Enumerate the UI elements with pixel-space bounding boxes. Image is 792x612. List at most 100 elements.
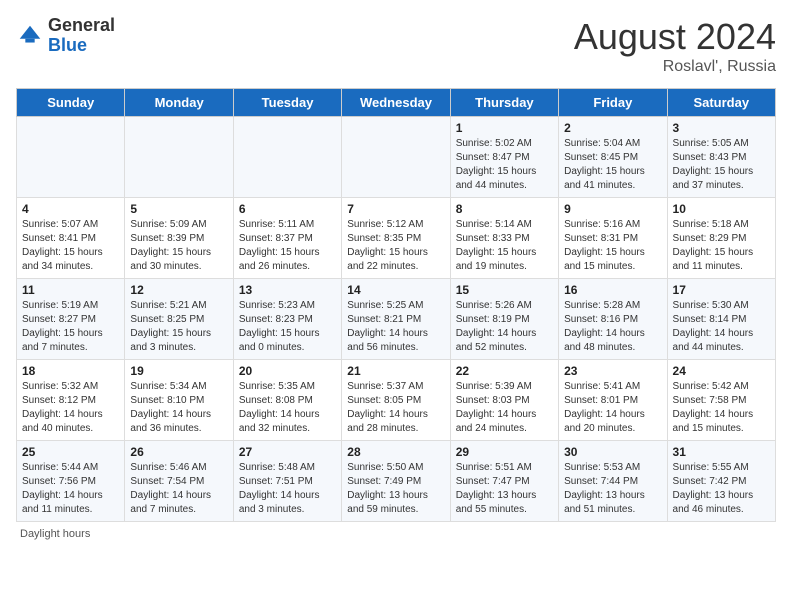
day-number: 5 <box>130 202 227 216</box>
days-header-row: SundayMondayTuesdayWednesdayThursdayFrid… <box>17 89 776 117</box>
calendar-cell: 24 Sunrise: 5:42 AM Sunset: 7:58 PM Dayli… <box>667 360 775 441</box>
calendar-cell: 7Sunrise: 5:12 AM Sunset: 8:35 PM Daylig… <box>342 198 450 279</box>
day-number: 24 <box>673 364 770 378</box>
day-info: Sunrise: 5:28 AM Sunset: 8:16 PM Dayligh… <box>564 299 661 355</box>
calendar-cell: 2 Sunrise: 5:04 AM Sunset: 8:45 PM Daylig… <box>559 117 667 198</box>
calendar-cell: 15 Sunrise: 5:26 AM Sunset: 8:19 PM Dayli… <box>450 279 558 360</box>
logo: General Blue <box>16 16 115 56</box>
day-number: 14 <box>347 283 444 297</box>
day-number: 3 <box>673 121 770 135</box>
day-info: Sunrise: 5:09 AM Sunset: 8:39 PM Dayligh… <box>130 218 227 274</box>
calendar-cell <box>17 117 125 198</box>
calendar-cell: 27 Sunrise: 5:48 AM Sunset: 7:51 PM Dayli… <box>233 441 341 522</box>
calendar-cell: 8 Sunrise: 5:14 AM Sunset: 8:33 PM Daylig… <box>450 198 558 279</box>
calendar-cell: 29Sunrise: 5:51 AM Sunset: 7:47 PM Dayli… <box>450 441 558 522</box>
day-info: Sunrise: 5:16 AM Sunset: 8:31 PM Dayligh… <box>564 218 661 274</box>
day-number: 2 <box>564 121 661 135</box>
day-info: Sunrise: 5:26 AM Sunset: 8:19 PM Dayligh… <box>456 299 553 355</box>
day-info: Sunrise: 5:21 AM Sunset: 8:25 PM Dayligh… <box>130 299 227 355</box>
title-block: August 2024 Roslavl', Russia <box>574 16 776 76</box>
calendar-cell: 17 Sunrise: 5:30 AM Sunset: 8:14 PM Dayli… <box>667 279 775 360</box>
day-info: Sunrise: 5:34 AM Sunset: 8:10 PM Dayligh… <box>130 380 227 436</box>
day-number: 19 <box>130 364 227 378</box>
calendar-week-row: 11Sunrise: 5:19 AM Sunset: 8:27 PM Dayli… <box>17 279 776 360</box>
calendar-cell: 9 Sunrise: 5:16 AM Sunset: 8:31 PM Daylig… <box>559 198 667 279</box>
day-info: Sunrise: 5:41 AM Sunset: 8:01 PM Dayligh… <box>564 380 661 436</box>
calendar-cell <box>233 117 341 198</box>
day-of-week-header: Wednesday <box>342 89 450 117</box>
calendar-cell: 12Sunrise: 5:21 AM Sunset: 8:25 PM Dayli… <box>125 279 233 360</box>
calendar-week-row: 25 Sunrise: 5:44 AM Sunset: 7:56 PM Dayli… <box>17 441 776 522</box>
day-info: Sunrise: 5:55 AM Sunset: 7:42 PM Dayligh… <box>673 461 770 517</box>
day-info: Sunrise: 5:35 AM Sunset: 8:08 PM Dayligh… <box>239 380 336 436</box>
day-info: Sunrise: 5:19 AM Sunset: 8:27 PM Dayligh… <box>22 299 119 355</box>
day-number: 27 <box>239 445 336 459</box>
day-of-week-header: Sunday <box>17 89 125 117</box>
day-number: 18 <box>22 364 119 378</box>
day-info: Sunrise: 5:25 AM Sunset: 8:21 PM Dayligh… <box>347 299 444 355</box>
day-info: Sunrise: 5:48 AM Sunset: 7:51 PM Dayligh… <box>239 461 336 517</box>
day-info: Sunrise: 5:23 AM Sunset: 8:23 PM Dayligh… <box>239 299 336 355</box>
day-info: Sunrise: 5:18 AM Sunset: 8:29 PM Dayligh… <box>673 218 770 274</box>
day-number: 17 <box>673 283 770 297</box>
day-number: 4 <box>22 202 119 216</box>
logo-text: General Blue <box>48 16 115 56</box>
day-number: 30 <box>564 445 661 459</box>
day-number: 8 <box>456 202 553 216</box>
day-number: 21 <box>347 364 444 378</box>
day-info: Sunrise: 5:07 AM Sunset: 8:41 PM Dayligh… <box>22 218 119 274</box>
day-number: 26 <box>130 445 227 459</box>
calendar-cell: 28Sunrise: 5:50 AM Sunset: 7:49 PM Dayli… <box>342 441 450 522</box>
day-info: Sunrise: 5:14 AM Sunset: 8:33 PM Dayligh… <box>456 218 553 274</box>
day-number: 13 <box>239 283 336 297</box>
day-number: 9 <box>564 202 661 216</box>
calendar-cell: 10 Sunrise: 5:18 AM Sunset: 8:29 PM Dayli… <box>667 198 775 279</box>
day-info: Sunrise: 5:44 AM Sunset: 7:56 PM Dayligh… <box>22 461 119 517</box>
day-info: Sunrise: 5:42 AM Sunset: 7:58 PM Dayligh… <box>673 380 770 436</box>
day-info: Sunrise: 5:39 AM Sunset: 8:03 PM Dayligh… <box>456 380 553 436</box>
day-of-week-header: Saturday <box>667 89 775 117</box>
calendar-cell: 18 Sunrise: 5:32 AM Sunset: 8:12 PM Dayli… <box>17 360 125 441</box>
day-info: Sunrise: 5:30 AM Sunset: 8:14 PM Dayligh… <box>673 299 770 355</box>
calendar-cell: 13 Sunrise: 5:23 AM Sunset: 8:23 PM Dayli… <box>233 279 341 360</box>
calendar-week-row: 18 Sunrise: 5:32 AM Sunset: 8:12 PM Dayli… <box>17 360 776 441</box>
day-info: Sunrise: 5:04 AM Sunset: 8:45 PM Dayligh… <box>564 137 661 193</box>
calendar-cell: 23 Sunrise: 5:41 AM Sunset: 8:01 PM Dayli… <box>559 360 667 441</box>
day-info: Sunrise: 5:53 AM Sunset: 7:44 PM Dayligh… <box>564 461 661 517</box>
month-year: August 2024 <box>574 16 776 58</box>
day-number: 31 <box>673 445 770 459</box>
calendar-cell: 1 Sunrise: 5:02 AM Sunset: 8:47 PM Daylig… <box>450 117 558 198</box>
calendar-cell: 20Sunrise: 5:35 AM Sunset: 8:08 PM Dayli… <box>233 360 341 441</box>
day-info: Sunrise: 5:32 AM Sunset: 8:12 PM Dayligh… <box>22 380 119 436</box>
day-number: 23 <box>564 364 661 378</box>
calendar-cell: 19 Sunrise: 5:34 AM Sunset: 8:10 PM Dayli… <box>125 360 233 441</box>
day-number: 16 <box>564 283 661 297</box>
calendar-cell: 6Sunrise: 5:11 AM Sunset: 8:37 PM Daylig… <box>233 198 341 279</box>
day-number: 10 <box>673 202 770 216</box>
calendar-cell: 31 Sunrise: 5:55 AM Sunset: 7:42 PM Dayli… <box>667 441 775 522</box>
calendar-cell: 26Sunrise: 5:46 AM Sunset: 7:54 PM Dayli… <box>125 441 233 522</box>
day-of-week-header: Monday <box>125 89 233 117</box>
logo-icon <box>16 22 44 50</box>
day-number: 28 <box>347 445 444 459</box>
location: Roslavl', Russia <box>574 58 776 76</box>
day-number: 7 <box>347 202 444 216</box>
day-number: 25 <box>22 445 119 459</box>
calendar-cell: 14 Sunrise: 5:25 AM Sunset: 8:21 PM Dayli… <box>342 279 450 360</box>
day-number: 15 <box>456 283 553 297</box>
calendar-week-row: 4 Sunrise: 5:07 AM Sunset: 8:41 PM Daylig… <box>17 198 776 279</box>
calendar-cell: 25 Sunrise: 5:44 AM Sunset: 7:56 PM Dayli… <box>17 441 125 522</box>
calendar-cell: 5 Sunrise: 5:09 AM Sunset: 8:39 PM Daylig… <box>125 198 233 279</box>
calendar-cell: 3Sunrise: 5:05 AM Sunset: 8:43 PM Daylig… <box>667 117 775 198</box>
calendar-cell: 4 Sunrise: 5:07 AM Sunset: 8:41 PM Daylig… <box>17 198 125 279</box>
day-number: 29 <box>456 445 553 459</box>
calendar-cell: 22 Sunrise: 5:39 AM Sunset: 8:03 PM Dayli… <box>450 360 558 441</box>
daylight-label: Daylight hours <box>20 528 90 540</box>
day-info: Sunrise: 5:37 AM Sunset: 8:05 PM Dayligh… <box>347 380 444 436</box>
day-number: 22 <box>456 364 553 378</box>
day-number: 1 <box>456 121 553 135</box>
page-header: General Blue August 2024 Roslavl', Russi… <box>16 16 776 76</box>
day-of-week-header: Tuesday <box>233 89 341 117</box>
day-info: Sunrise: 5:02 AM Sunset: 8:47 PM Dayligh… <box>456 137 553 193</box>
calendar-week-row: 1 Sunrise: 5:02 AM Sunset: 8:47 PM Daylig… <box>17 117 776 198</box>
